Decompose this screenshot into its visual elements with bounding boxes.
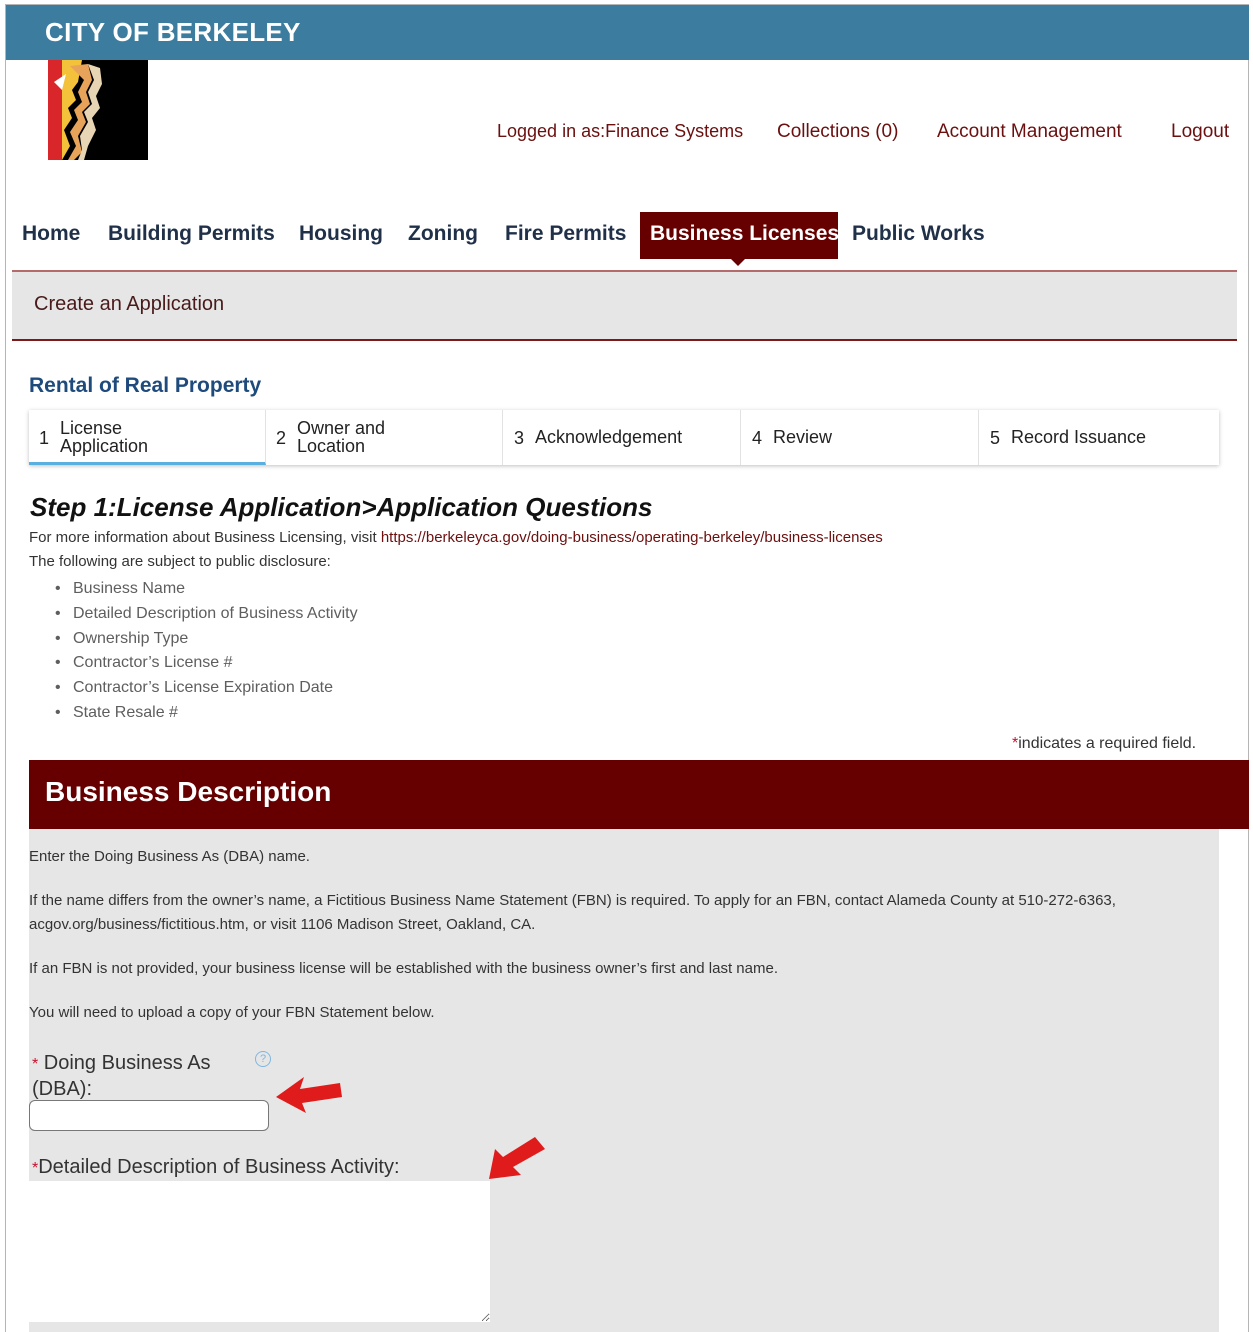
nav-fire-permits[interactable]: Fire Permits	[505, 222, 626, 246]
step-4[interactable]: 4 Review	[742, 410, 979, 465]
dba-label-line2: (DBA):	[32, 1078, 92, 1100]
city-banner: CITY OF BERKELEY	[6, 5, 1249, 60]
fbn-upload-note: You will need to upload a copy of your F…	[29, 1004, 435, 1021]
list-item: Ownership Type	[55, 627, 358, 652]
required-star: *	[32, 1056, 39, 1073]
active-tab-caret	[731, 259, 745, 266]
step-1[interactable]: 1 License Application	[29, 410, 266, 465]
create-application-link[interactable]: Create an Application	[34, 293, 224, 316]
section-title: Business Description	[45, 776, 332, 807]
red-arrow-icon	[276, 1077, 342, 1113]
nav-business-licenses-label: Business Licenses	[650, 222, 840, 245]
step-label-line2: Location	[297, 436, 366, 456]
dba-label-line1: Doing Business As	[43, 1052, 211, 1074]
subnav-bar: Create an Application	[12, 272, 1237, 341]
nav-building-permits[interactable]: Building Permits	[108, 222, 275, 246]
step-2[interactable]: 2 Owner and Location	[266, 410, 503, 465]
help-icon[interactable]: ?	[255, 1051, 271, 1067]
step-3[interactable]: 3 Acknowledgement	[504, 410, 741, 465]
step-label-line1: Owner and	[297, 418, 386, 438]
step-number: 2	[276, 428, 287, 448]
step-label: Acknowledgement	[535, 427, 683, 447]
business-licenses-link[interactable]: https://berkeleyca.gov/doing-business/op…	[381, 529, 883, 546]
business-activity-textarea[interactable]	[29, 1181, 490, 1322]
red-arrow-icon	[489, 1137, 545, 1179]
dba-label: * Doing Business As (DBA):	[32, 1051, 211, 1101]
required-note-text: indicates a required field.	[1018, 735, 1197, 752]
list-item: Business Name	[55, 577, 358, 602]
step-label: Review	[773, 427, 833, 447]
description-label-text: Detailed Description of Business Activit…	[38, 1156, 400, 1178]
step-number: 1	[39, 428, 50, 448]
logout-link[interactable]: Logout	[1171, 121, 1229, 143]
fbn-instruction: If the name differs from the owner’s nam…	[29, 892, 1116, 933]
business-description-panel: Enter the Doing Business As (DBA) name. …	[29, 829, 1219, 1332]
step-label-line1: License	[60, 418, 123, 438]
more-info-text: For more information about Business Lice…	[29, 529, 381, 546]
nav-business-licenses[interactable]: Business Licenses	[640, 212, 840, 266]
disclosure-intro: The following are subject to public disc…	[29, 553, 331, 570]
required-field-note: *indicates a required field.	[1012, 735, 1196, 753]
more-info-line: For more information about Business Lice…	[29, 529, 883, 546]
fbn-fallback-note: If an FBN is not provided, your business…	[29, 960, 778, 977]
collections-link[interactable]: Collections (0)	[777, 121, 898, 143]
account-management-link[interactable]: Account Management	[937, 121, 1122, 143]
list-item: Contractor’s License #	[55, 651, 358, 676]
step-indicator: 1 License Application 2 Owner and Locati…	[29, 410, 1219, 465]
step-number: 5	[990, 428, 1001, 448]
city-name: CITY OF BERKELEY	[45, 17, 301, 47]
disclosure-list: Business Name Detailed Description of Bu…	[55, 577, 358, 726]
description-label: *Detailed Description of Business Activi…	[32, 1155, 400, 1181]
nav-zoning[interactable]: Zoning	[408, 222, 478, 246]
step-title: Step 1:License Application>Application Q…	[30, 492, 653, 522]
account-links: Logged in as:Finance Systems Collections…	[0, 121, 1253, 151]
step-5[interactable]: 5 Record Issuance	[980, 410, 1217, 465]
list-item: State Resale #	[55, 701, 358, 726]
step-label-line2: Application	[60, 436, 149, 456]
dba-instruction: Enter the Doing Business As (DBA) name.	[29, 848, 310, 865]
main-nav: Home Building Permits Housing Zoning Fir…	[12, 210, 1237, 272]
logged-in-as: Logged in as:Finance Systems	[497, 121, 744, 141]
step-number: 3	[514, 428, 525, 448]
record-type-title: Rental of Real Property	[29, 374, 262, 397]
nav-housing[interactable]: Housing	[299, 222, 383, 246]
list-item: Detailed Description of Business Activit…	[55, 602, 358, 627]
section-header: Business Description	[29, 760, 1249, 829]
step-label: Record Issuance	[1011, 427, 1147, 447]
list-item: Contractor’s License Expiration Date	[55, 676, 358, 701]
step-number: 4	[752, 428, 763, 448]
nav-home[interactable]: Home	[22, 222, 80, 246]
dba-input[interactable]	[29, 1100, 269, 1131]
nav-public-works[interactable]: Public Works	[852, 222, 985, 246]
